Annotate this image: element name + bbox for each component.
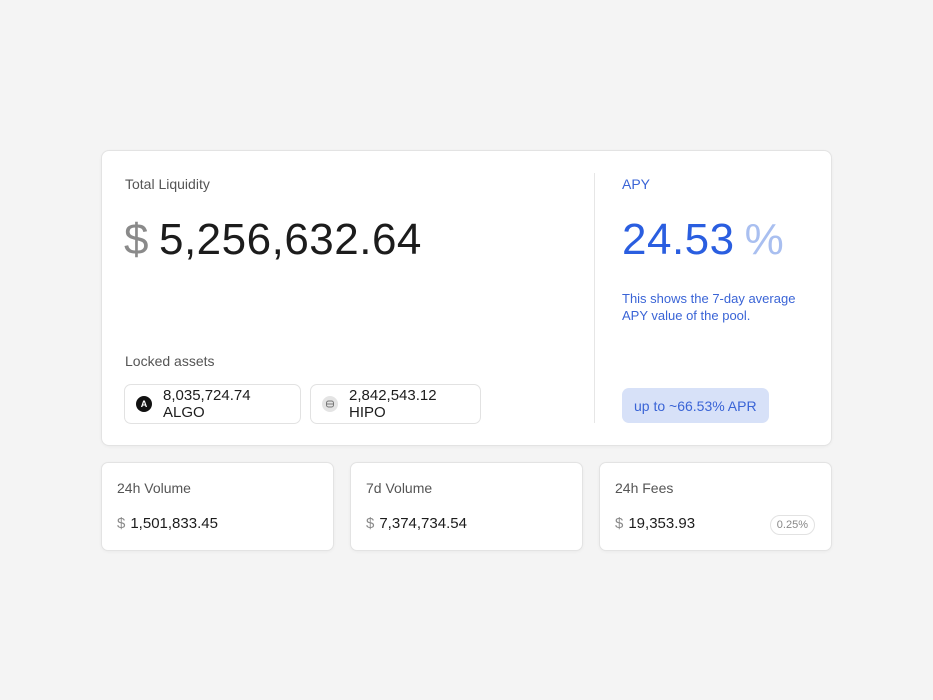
asset-chip-algo[interactable]: A 8,035,724.74 ALGO <box>124 384 301 424</box>
asset-chip-hipo[interactable]: 2,842,543.12 HIPO <box>310 384 481 424</box>
apy-amount: 24.53 <box>622 215 735 264</box>
apr-badge[interactable]: up to ~66.53% APR <box>622 388 769 423</box>
algo-icon: A <box>136 396 152 412</box>
stat-value: $19,353.93 <box>615 515 695 532</box>
apy-value: 24.53 % <box>622 215 784 265</box>
currency-symbol: $ <box>124 215 149 264</box>
apy-unit: % <box>744 215 785 264</box>
currency-symbol: $ <box>117 515 126 532</box>
fee-rate-badge: 0.25% <box>769 515 815 535</box>
stat-value: $1,501,833.45 <box>117 515 218 532</box>
stat-label: 7d Volume <box>366 480 433 496</box>
stat-value: $7,374,734.54 <box>366 515 467 532</box>
asset-amount-algo: 8,035,724.74 ALGO <box>163 387 251 421</box>
stat-label: 24h Volume <box>117 480 191 496</box>
stat-card-24h-fees: 24h Fees $19,353.93 0.25% <box>599 462 832 551</box>
stat-card-24h-volume: 24h Volume $1,501,833.45 <box>101 462 334 551</box>
apy-label: APY <box>622 176 651 192</box>
stat-amount: 1,501,833.45 <box>130 515 218 532</box>
stat-card-7d-volume: 7d Volume $7,374,734.54 <box>350 462 583 551</box>
stat-amount: 7,374,734.54 <box>379 515 467 532</box>
apy-description: This shows the 7-day average APY value o… <box>622 291 796 323</box>
locked-assets-label: Locked assets <box>125 353 215 369</box>
hipo-glyph-icon <box>326 400 334 408</box>
total-liquidity-label: Total Liquidity <box>125 176 210 192</box>
total-liquidity-amount: 5,256,632.64 <box>158 215 422 264</box>
hipo-icon <box>322 396 338 412</box>
asset-amount-hipo: 2,842,543.12 HIPO <box>349 387 437 421</box>
currency-symbol: $ <box>615 515 624 532</box>
total-liquidity-value: $ 5,256,632.64 <box>124 215 422 265</box>
stat-label: 24h Fees <box>615 480 674 496</box>
stat-amount: 19,353.93 <box>628 515 696 532</box>
card-divider <box>594 173 595 423</box>
currency-symbol: $ <box>366 515 375 532</box>
pool-overview-card: Total Liquidity $ 5,256,632.64 Locked as… <box>101 150 832 446</box>
